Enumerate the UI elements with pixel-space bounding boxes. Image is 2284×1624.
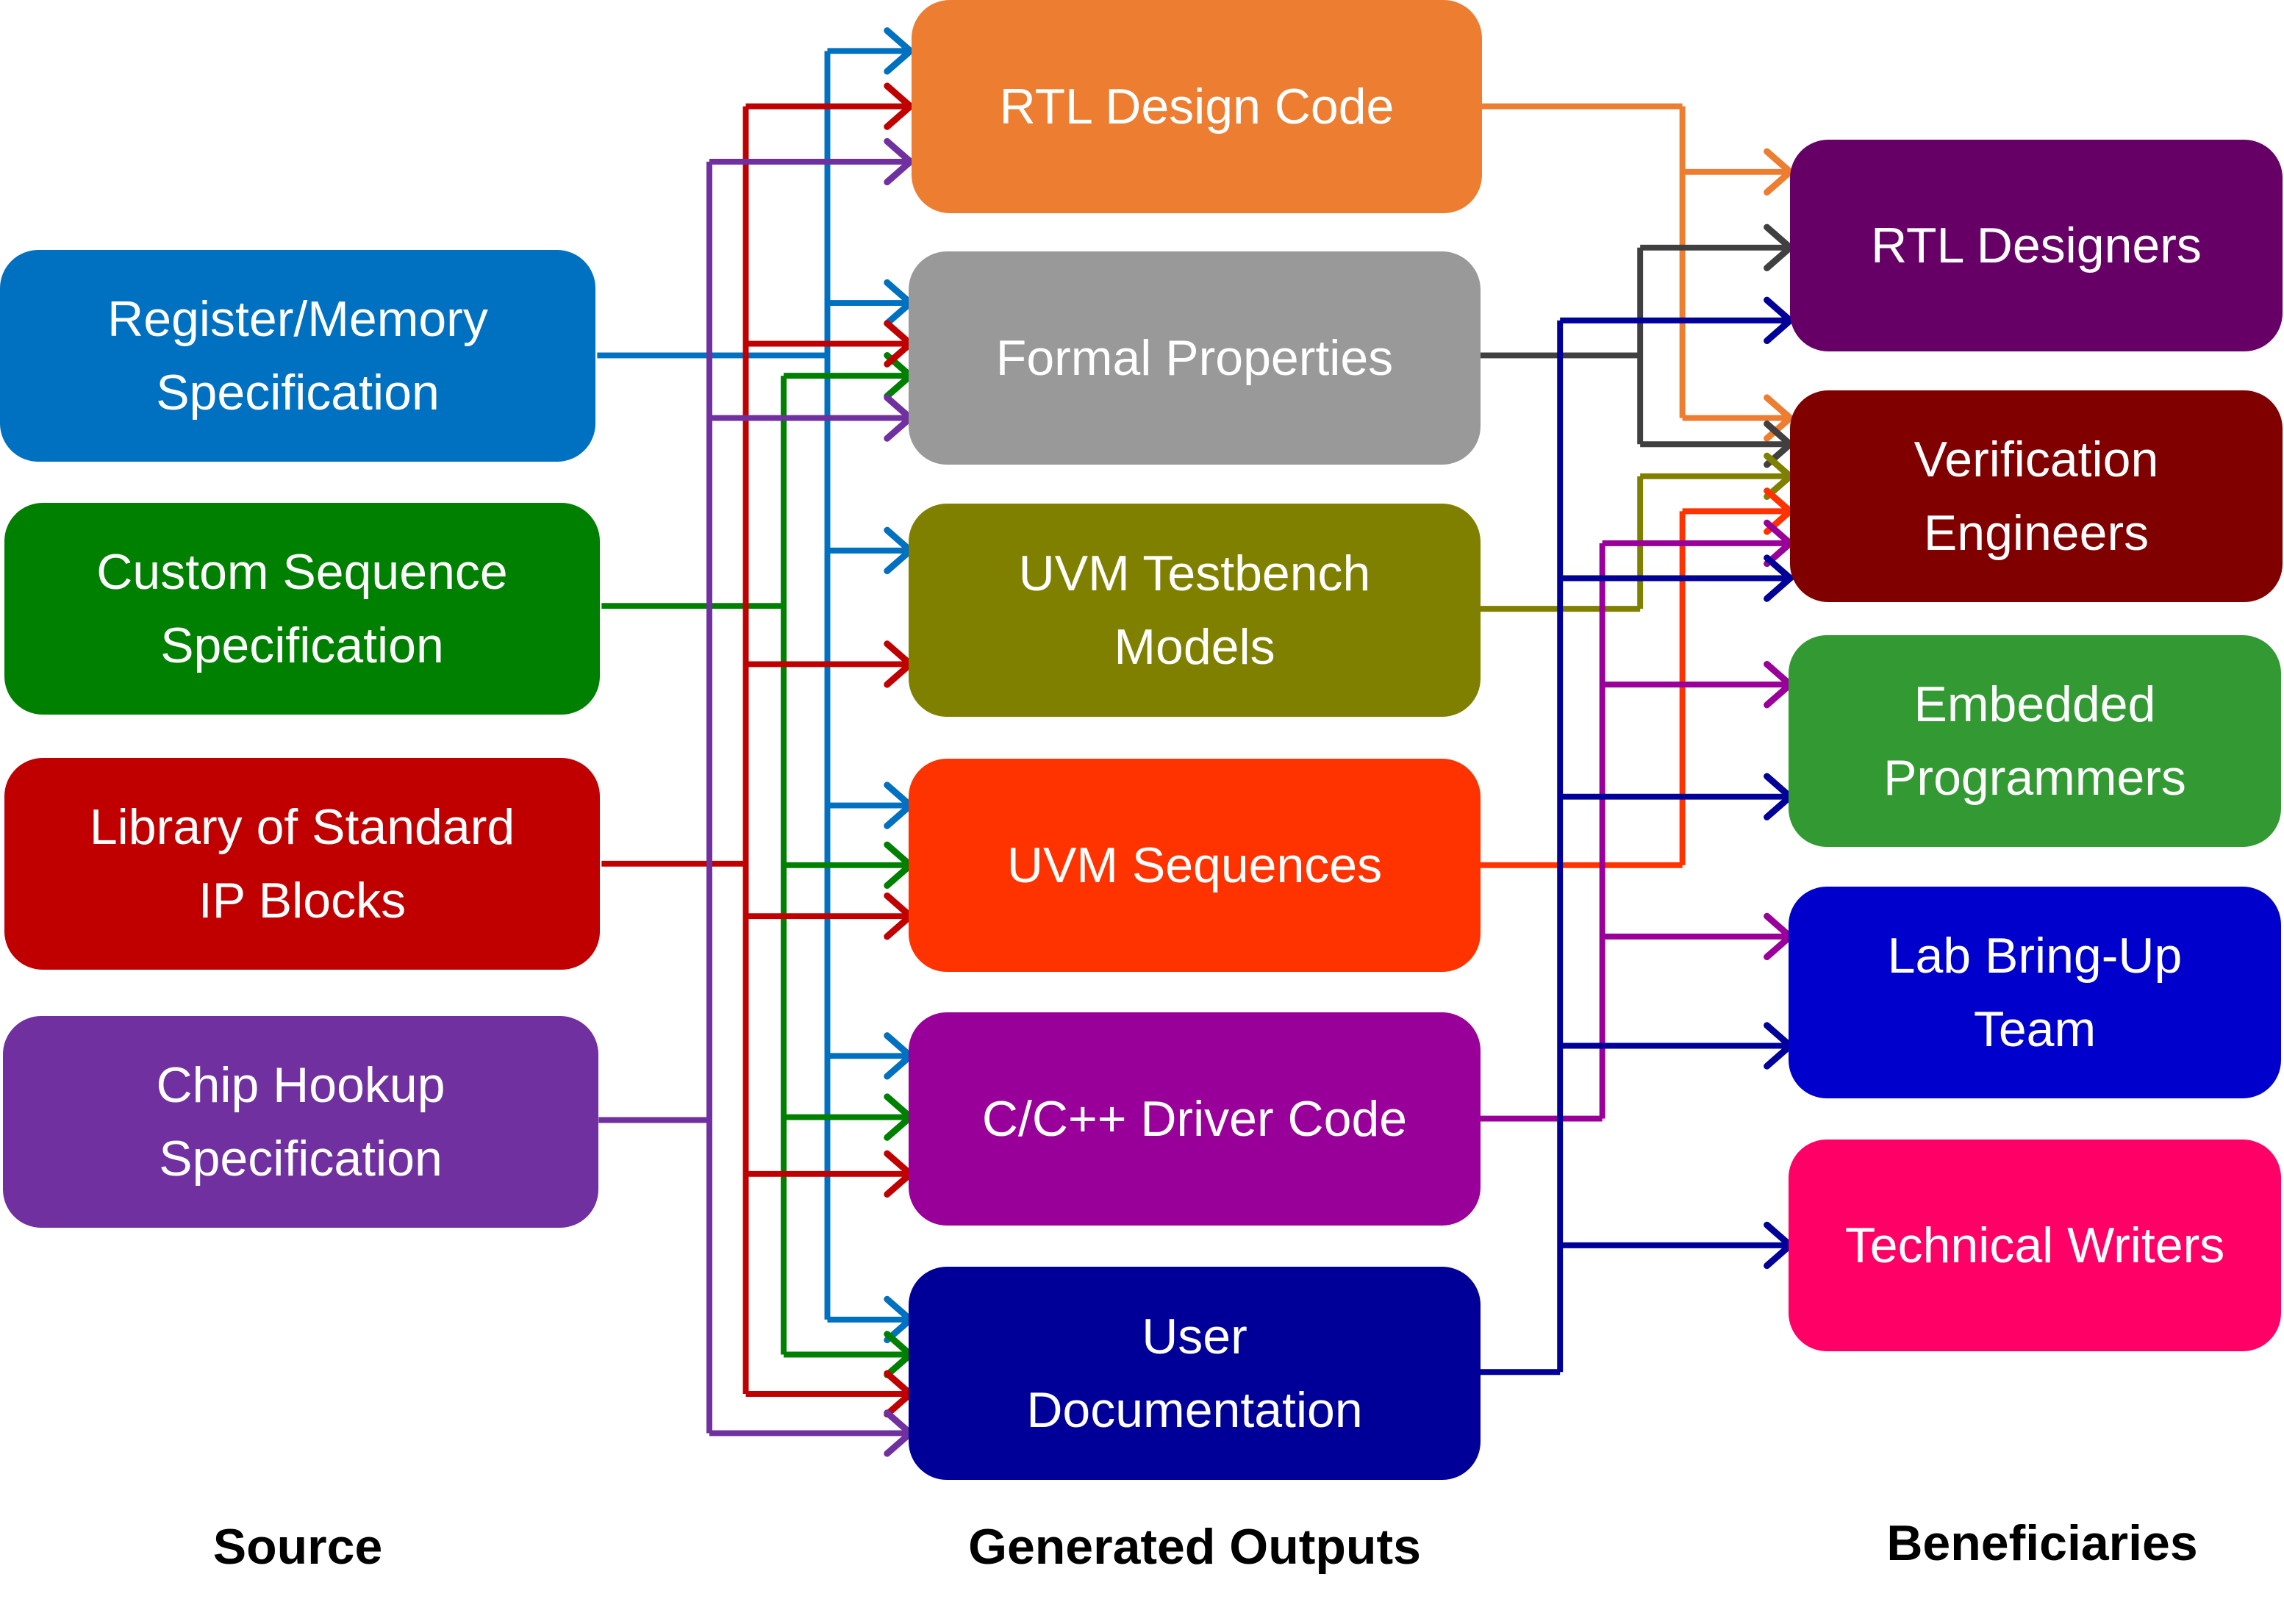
diagram-stage: Register/Memory Specification Custom Seq… bbox=[0, 0, 2284, 1624]
source-custom-sequence: Custom Sequence Specification bbox=[4, 503, 600, 715]
beneficiary-verification-engineers: Verification Engineers bbox=[1790, 390, 2283, 602]
source-chip-hookup: Chip Hookup Specification bbox=[3, 1016, 598, 1228]
beneficiary-rtl-designers: RTL Designers bbox=[1790, 140, 2283, 351]
beneficiary-lab-bring-up-team: Lab Bring-Up Team bbox=[1789, 887, 2281, 1098]
beneficiary-embedded-programmers: Embedded Programmers bbox=[1789, 635, 2281, 847]
output-uvm-testbench-models: UVM Testbench Models bbox=[909, 504, 1481, 717]
output-rtl-design-code: RTL Design Code bbox=[912, 0, 1482, 213]
output-formal-properties: Formal Properties bbox=[909, 251, 1481, 465]
source-register-memory: Register/Memory Specification bbox=[0, 250, 595, 462]
column-label-source: Source bbox=[212, 1519, 383, 1575]
output-user-documentation: User Documentation bbox=[909, 1267, 1481, 1480]
beneficiary-technical-writers: Technical Writers bbox=[1789, 1140, 2281, 1351]
source-standard-ip-library: Library of Standard IP Blocks bbox=[4, 758, 600, 970]
output-c-driver-code: C/C++ Driver Code bbox=[909, 1012, 1481, 1226]
column-label-generated-outputs: Generated Outputs bbox=[968, 1519, 1421, 1575]
column-label-beneficiaries: Beneficiaries bbox=[1886, 1515, 2198, 1571]
output-uvm-sequences: UVM Sequences bbox=[909, 759, 1481, 972]
